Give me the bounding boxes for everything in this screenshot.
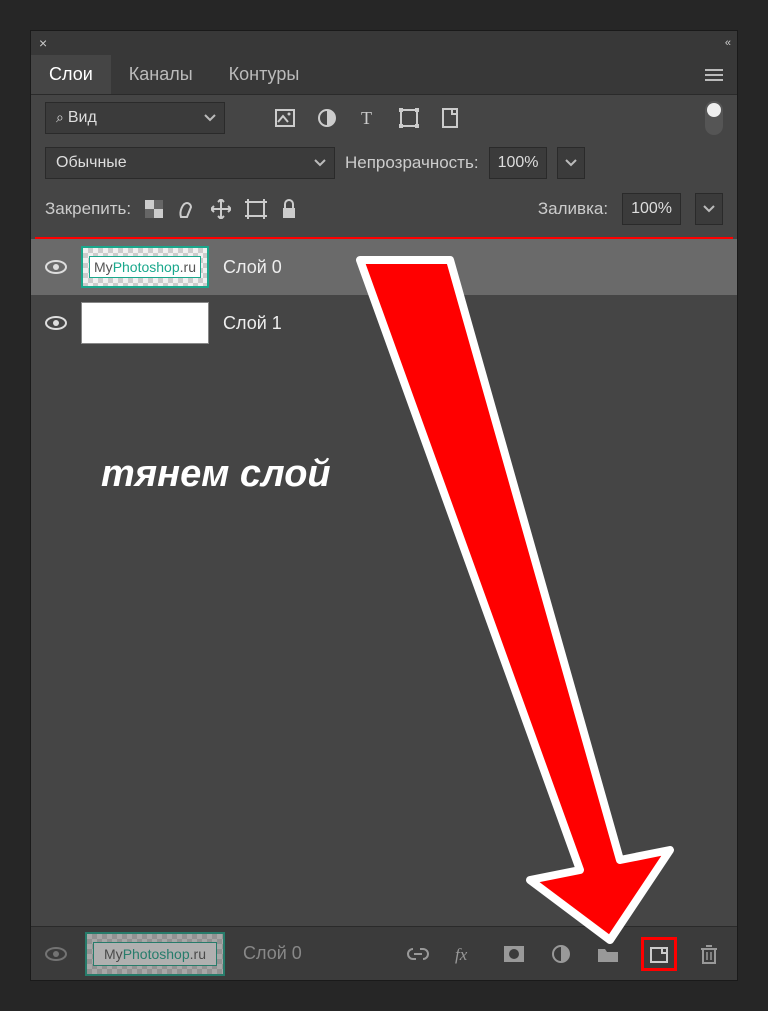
layer-row[interactable]: Слой 1 (31, 295, 737, 351)
tab-layers[interactable]: Слои (31, 55, 111, 94)
panel-titlebar: × « (31, 31, 737, 55)
thumbnail-content: MyPhotoshop.ru (93, 942, 217, 966)
thumb-text: My (104, 946, 123, 962)
filter-type-icons: T (275, 108, 459, 128)
blend-mode-label: Обычные (56, 154, 127, 172)
filter-select[interactable]: ⌕Вид (45, 102, 225, 134)
tab-paths[interactable]: Контуры (211, 55, 318, 94)
layer-row[interactable]: MyPhotoshop.ru Слой 0 (31, 239, 737, 295)
filter-toggle[interactable] (705, 101, 723, 135)
fill-value[interactable]: 100% (622, 193, 681, 225)
collapse-icon[interactable]: « (725, 37, 729, 49)
thumb-text: .ru (190, 946, 206, 962)
toggle-knob (707, 103, 721, 117)
thumb-text: .ru (180, 259, 196, 275)
adjustment-layer-filter-icon[interactable] (317, 108, 337, 128)
opacity-label: Непрозрачность: (345, 153, 479, 173)
delete-layer-icon[interactable] (695, 939, 723, 969)
lock-artboard-icon[interactable] (245, 199, 267, 219)
fill-label: Заливка: (538, 199, 608, 219)
thumb-text: My (94, 259, 113, 275)
layer-style-icon[interactable]: fx (451, 940, 481, 968)
layer-thumbnail[interactable]: MyPhotoshop.ru (81, 246, 209, 288)
chevron-down-icon (314, 159, 326, 167)
lock-all-icon[interactable] (281, 199, 297, 219)
visibility-eye-icon[interactable] (45, 947, 67, 961)
lock-transparency-icon[interactable] (145, 200, 163, 218)
blend-mode-select[interactable]: Обычные (45, 147, 335, 179)
thumb-text: Photoshop (123, 946, 190, 962)
new-group-icon[interactable] (593, 941, 623, 967)
fill-dropdown[interactable] (695, 193, 723, 225)
lock-image-icon[interactable] (177, 199, 197, 219)
shape-layer-filter-icon[interactable] (399, 108, 419, 128)
visibility-eye-icon[interactable] (45, 316, 67, 330)
lock-position-icon[interactable] (211, 199, 231, 219)
tab-channels[interactable]: Каналы (111, 55, 211, 94)
opacity-dropdown[interactable] (557, 147, 585, 179)
panel-footer: MyPhotoshop.ru Слой 0 fx (31, 926, 737, 980)
layer-name[interactable]: Слой 0 (223, 257, 282, 278)
lock-label: Закрепить: (45, 199, 131, 219)
visibility-eye-icon[interactable] (45, 260, 67, 274)
smart-object-filter-icon[interactable] (441, 108, 459, 128)
layers-panel: × « Слои Каналы Контуры ⌕Вид T Обычные Н… (30, 30, 738, 981)
panel-tabs: Слои Каналы Контуры (31, 55, 737, 95)
search-icon: ⌕ (56, 109, 64, 125)
link-layers-icon[interactable] (403, 943, 433, 965)
filter-row: ⌕Вид T (31, 95, 737, 141)
drag-ghost-name: Слой 0 (243, 943, 302, 964)
new-layer-icon[interactable] (641, 937, 677, 971)
chevron-down-icon (204, 114, 216, 122)
layer-thumbnail[interactable] (81, 302, 209, 344)
thumbnail-content: MyPhotoshop.ru (89, 256, 201, 278)
panel-menu-icon[interactable] (691, 55, 737, 94)
thumb-text: Photoshop (113, 259, 180, 275)
filter-label: Вид (68, 109, 97, 126)
svg-text:T: T (361, 109, 372, 127)
pixel-layer-filter-icon[interactable] (275, 109, 295, 127)
lock-icons (145, 199, 297, 219)
drag-ghost-thumbnail: MyPhotoshop.ru (85, 932, 225, 976)
type-layer-filter-icon[interactable]: T (359, 109, 377, 127)
layer-mask-icon[interactable] (499, 941, 529, 967)
annotation-caption: тянем слой (101, 453, 331, 496)
layer-name[interactable]: Слой 1 (223, 313, 282, 334)
lock-row: Закрепить: Заливка: 100% (31, 185, 737, 233)
blend-opacity-row: Обычные Непрозрачность: 100% (31, 141, 737, 185)
opacity-value[interactable]: 100% (489, 147, 548, 179)
layers-list: MyPhotoshop.ru Слой 0 Слой 1 тянем слой (31, 233, 737, 926)
svg-text:fx: fx (455, 945, 468, 964)
footer-icon-strip: fx (403, 937, 723, 971)
close-icon[interactable]: × (39, 35, 47, 51)
adjustment-layer-icon[interactable] (547, 940, 575, 968)
